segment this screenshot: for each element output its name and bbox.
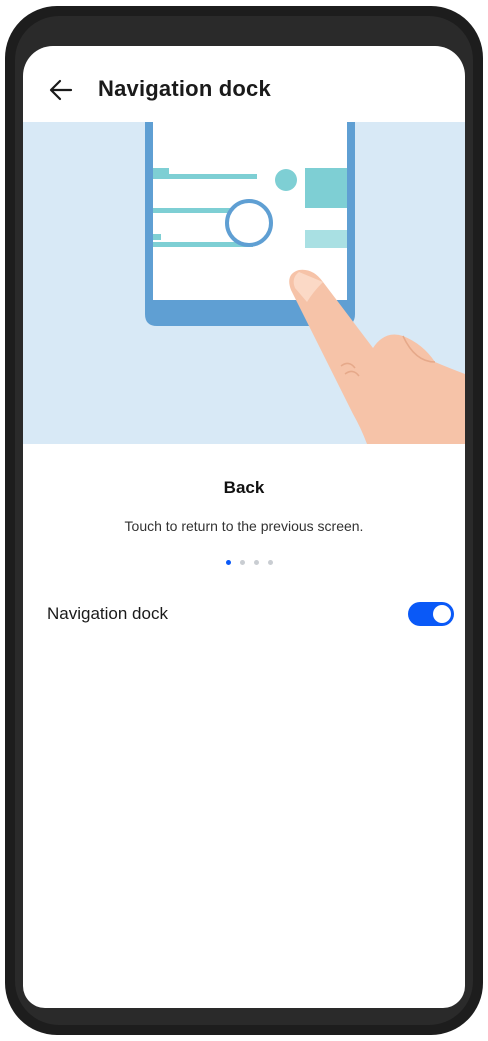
navigation-dock-toggle[interactable] — [408, 602, 454, 626]
phone-back-gesture-illustration — [145, 122, 465, 444]
back-button[interactable] — [41, 70, 81, 110]
pager-dot[interactable] — [226, 560, 231, 565]
page-title: Navigation dock — [98, 76, 271, 101]
pager-dots — [226, 560, 286, 566]
navigation-dock-label: Navigation dock — [47, 604, 168, 623]
feature-description: Touch to return to the previous screen. — [124, 518, 364, 534]
toggle-knob — [433, 605, 451, 623]
gesture-illustration — [23, 122, 465, 444]
pager-dot[interactable] — [268, 560, 273, 565]
pager-dot[interactable] — [240, 560, 245, 565]
app-header: Navigation dock — [23, 46, 465, 122]
navigation-dock-setting[interactable]: Navigation dock — [23, 592, 465, 636]
feature-name: Back — [223, 478, 265, 497]
screen: Navigation dock Back Touch to return to … — [23, 46, 465, 1008]
pager-dot[interactable] — [254, 560, 259, 565]
arrow-left-icon — [49, 79, 73, 101]
